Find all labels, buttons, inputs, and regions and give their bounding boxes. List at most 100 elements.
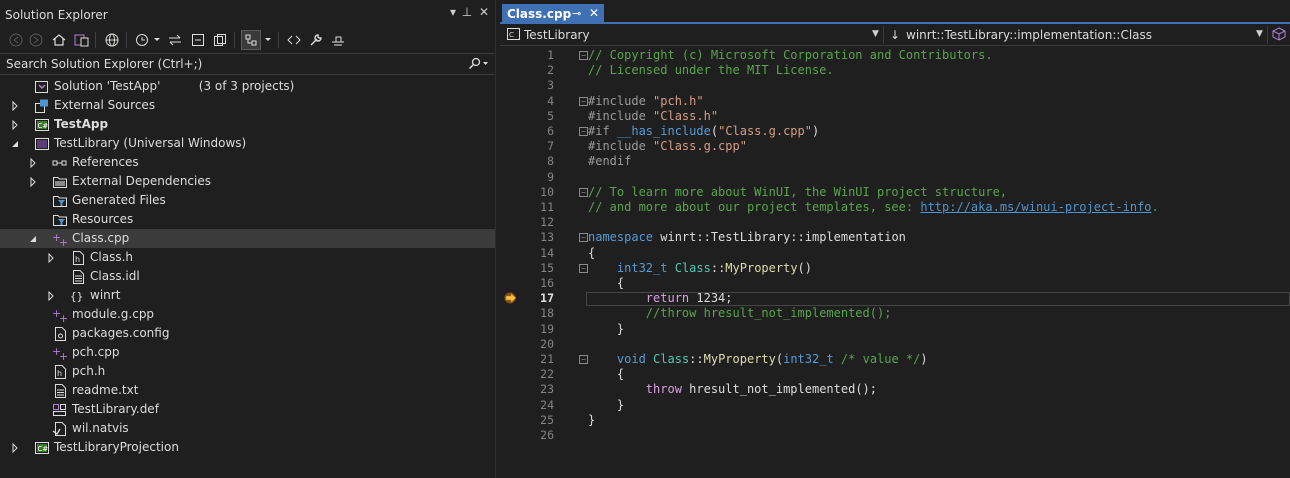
collapsed-arrow-icon[interactable] [28,176,38,188]
code-line: // Licensed under the MIT License. [588,63,834,78]
tree-item[interactable]: + + module.g.cpp [0,305,495,325]
tree-item[interactable]: External Dependencies [0,172,495,191]
tree-item[interactable]: Class.idl [0,267,495,286]
code-line: // and more about our project templates,… [588,200,1159,214]
expanded-arrow-icon[interactable] [10,138,20,148]
collapse-all-icon[interactable] [188,30,208,50]
tree-item[interactable]: h Class.h [0,248,495,267]
svg-text:C#: C# [38,445,49,453]
collapse-icon[interactable]: − [579,263,588,273]
tree-item[interactable]: Solution 'TestApp' (3 of 3 projects) [0,77,495,96]
code-line: { [588,245,596,260]
tree-item[interactable]: wil.natvis [0,419,495,438]
collapse-icon[interactable]: − [579,96,588,106]
tree-item[interactable]: + + Class.cpp [0,229,495,249]
project-dropdown[interactable]: C TestLibrary ▼ [500,26,884,44]
code-line: // To learn more about WinUI, the WinUI … [588,184,1008,199]
scope-dropdown[interactable]: ↓ winrt::TestLibrary::implementation::Cl… [886,26,1268,44]
back-icon[interactable] [6,30,26,50]
text-file-icon [52,383,68,399]
search-input[interactable] [0,54,460,74]
collapsed-arrow-icon[interactable] [10,119,20,131]
member-icon[interactable] [1272,27,1286,44]
expanded-arrow-icon[interactable] [28,233,38,243]
tree-item[interactable]: C# TestLibraryProjection [0,438,495,457]
config-file-icon [52,326,68,342]
tree-item[interactable]: C# TestApp [0,115,495,134]
natvis-file-icon [52,421,68,437]
svg-text:+: + [59,350,68,361]
globe-icon[interactable] [102,30,122,50]
track-active-item-icon[interactable] [241,30,261,50]
code-area[interactable]: 1−// Copyright (c) Microsoft Corporation… [500,47,1290,478]
forward-icon[interactable] [26,30,46,50]
line-number: 19 [540,321,554,336]
tree-item[interactable]: TestLibrary (Universal Windows) [0,134,495,153]
code-line: return 1234; [645,291,733,306]
folder-icon [52,174,68,190]
pin-icon[interactable]: ⊸ [572,7,581,20]
home-icon[interactable] [49,30,69,50]
tree-item-label: Generated Files [72,193,166,207]
collapsed-arrow-icon[interactable] [10,442,20,454]
line-number: 7 [547,139,554,154]
collapsed-arrow-icon[interactable] [46,290,56,302]
tree-item[interactable]: {} winrt [0,286,495,305]
chevron-down-icon: ▼ [1256,29,1263,39]
solution-explorer-titlebar: Solution Explorer ▾ ⊥ ✕ [0,0,495,28]
tab-class-cpp[interactable]: Class.cpp ⊸ ✕ [502,4,604,24]
tree-item[interactable]: Resources [0,210,495,229]
collapse-icon[interactable]: − [579,355,588,364]
preview-icon[interactable] [328,30,348,50]
code-line: } [588,412,596,427]
search-icon[interactable] [467,57,489,74]
tree-item-label: References [72,155,139,169]
instruction-pointer-icon[interactable] [504,292,518,304]
references-icon [52,155,68,171]
def-file-icon [52,402,68,418]
dropdown-icon[interactable]: ▾ [446,5,460,19]
tree-item[interactable]: readme.txt [0,381,495,400]
tree-item-label: Class.cpp [72,231,130,245]
view-code-icon[interactable] [284,30,304,50]
line-number: 24 [540,397,554,412]
external-sources-icon [34,98,50,114]
tree-item[interactable]: h pch.h [0,362,495,381]
chevron-down-icon[interactable] [263,30,273,50]
chevron-down-icon[interactable] [152,30,162,50]
sync-icon[interactable] [165,30,185,50]
close-icon[interactable]: ✕ [589,6,599,20]
code-line: // Copyright (c) Microsoft Corporation a… [588,48,993,62]
solution-explorer-toolbar [0,28,495,52]
show-all-files-icon[interactable] [210,30,230,50]
tree-item[interactable]: + + pch.cpp [0,343,495,363]
collapsed-arrow-icon[interactable] [46,252,56,264]
tree-item[interactable]: TestLibrary.def [0,400,495,419]
pending-changes-icon[interactable] [133,30,153,50]
collapse-icon[interactable]: − [579,51,588,60]
cpp-project-icon [34,136,50,152]
tree-item[interactable]: packages.config [0,324,495,343]
close-icon[interactable]: ✕ [477,5,491,19]
tree-item[interactable]: References [0,153,495,172]
properties-wrench-icon[interactable] [306,30,326,50]
collapse-icon[interactable]: − [579,187,588,197]
tree-item[interactable]: External Sources [0,96,495,115]
chevron-down-icon: ▼ [872,29,879,39]
code-line: void Class::MyProperty(int32_t /* value … [616,352,928,366]
solution-explorer-search [0,53,495,75]
collapse-icon[interactable]: − [579,127,588,136]
tree-item[interactable]: Generated Files [0,191,495,210]
pin-icon[interactable]: ⊥ [460,5,474,19]
line-number: 9 [547,169,554,184]
switch-views-icon[interactable] [71,30,91,50]
tree-item-label: Class.h [90,250,133,264]
collapse-icon[interactable]: − [579,233,588,243]
svg-text:{}: {} [70,290,83,303]
code-line: int32_t Class::MyProperty() [616,260,812,275]
tree-item-label: TestLibrary (Universal Windows) [54,136,247,150]
collapsed-arrow-icon[interactable] [10,100,20,112]
svg-text:C: C [509,31,514,39]
panel-splitter[interactable] [495,0,499,478]
collapsed-arrow-icon[interactable] [28,157,38,169]
